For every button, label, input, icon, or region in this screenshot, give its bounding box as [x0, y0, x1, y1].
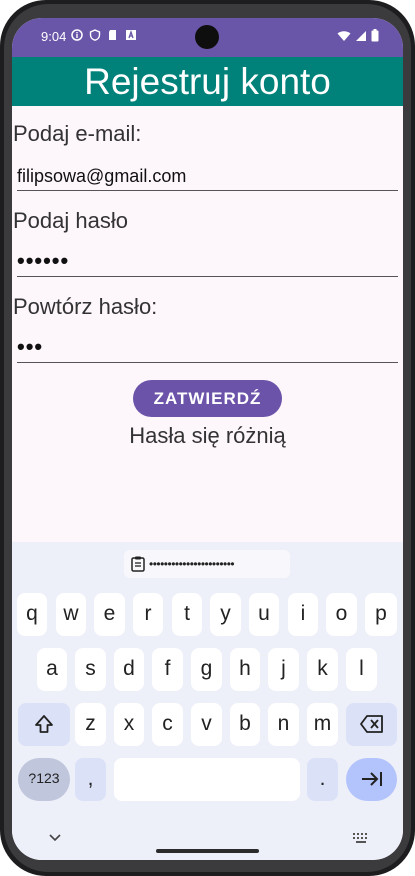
page-title: Rejestruj konto [84, 61, 331, 102]
key-j[interactable]: j [268, 648, 299, 691]
shield-icon [89, 29, 101, 41]
signal-icon [356, 30, 366, 41]
key-z[interactable]: z [75, 703, 106, 746]
soft-keyboard: ••••••••••••••••••••••• q w e r t y u i … [12, 542, 403, 860]
password-value: •••••• [17, 248, 70, 273]
email-field[interactable]: filipsowa@gmail.com [17, 158, 398, 191]
error-message: Hasła się różnią [129, 423, 286, 448]
app-bar: Rejestruj konto [12, 57, 403, 106]
key-b[interactable]: b [230, 703, 260, 746]
key-v[interactable]: v [191, 703, 222, 746]
key-n[interactable]: n [268, 703, 299, 746]
key-c[interactable]: c [152, 703, 183, 746]
space-key[interactable] [114, 758, 300, 801]
email-value: filipsowa@gmail.com [17, 166, 187, 186]
key-s[interactable]: s [75, 648, 106, 691]
key-l[interactable]: l [346, 648, 377, 691]
tab-arrow-icon [361, 772, 382, 786]
email-label: Podaj e-mail: [13, 121, 142, 146]
shift-icon [35, 715, 53, 733]
keyboard-switch-icon[interactable] [352, 832, 370, 844]
hide-keyboard-icon[interactable] [48, 833, 62, 843]
screen: 9:04 Rejestruj konto Podaj e-mail: filip… [12, 18, 403, 860]
key-f[interactable]: f [152, 648, 183, 691]
next-key[interactable] [346, 758, 397, 801]
repeat-password-value: ••• [17, 334, 44, 359]
confirm-button[interactable]: ZATWIERDŹ [133, 380, 282, 417]
key-m[interactable]: m [307, 703, 338, 746]
backspace-icon [359, 715, 383, 733]
clipboard-suggestion[interactable]: ••••••••••••••••••••••• [124, 550, 290, 578]
battery-icon [371, 29, 379, 42]
shift-key[interactable] [18, 703, 70, 746]
navigation-bar [12, 818, 403, 860]
key-w[interactable]: w [56, 593, 86, 636]
key-k[interactable]: k [307, 648, 338, 691]
clipboard-icon [131, 556, 145, 572]
symbols-key[interactable]: ?123 [18, 758, 70, 801]
wifi-icon [337, 30, 351, 41]
font-a-icon [126, 29, 136, 40]
key-t[interactable]: t [172, 593, 202, 636]
password-field[interactable]: •••••• [17, 244, 398, 277]
status-icons-left [71, 29, 137, 41]
key-o[interactable]: o [326, 593, 357, 636]
key-h[interactable]: h [230, 648, 260, 691]
key-y[interactable]: y [210, 593, 241, 636]
key-i[interactable]: i [288, 593, 318, 636]
key-x[interactable]: x [114, 703, 144, 746]
front-camera [195, 25, 219, 49]
key-e[interactable]: e [94, 593, 125, 636]
backspace-key[interactable] [346, 703, 397, 746]
clipboard-text: ••••••••••••••••••••••• [149, 557, 235, 571]
status-bar: 9:04 [12, 18, 403, 57]
key-q[interactable]: q [17, 593, 47, 636]
key-p[interactable]: p [365, 593, 397, 636]
home-gesture-pill[interactable] [156, 849, 259, 853]
key-g[interactable]: g [191, 648, 222, 691]
info-icon [71, 29, 83, 41]
key-u[interactable]: u [249, 593, 279, 636]
password-label: Podaj hasło [13, 208, 128, 233]
period-key[interactable]: . [307, 758, 338, 801]
key-r[interactable]: r [133, 593, 163, 636]
status-time: 9:04 [41, 29, 67, 44]
repeat-password-field[interactable]: ••• [17, 330, 398, 363]
comma-key[interactable]: , [75, 758, 106, 801]
key-d[interactable]: d [114, 648, 144, 691]
status-icons-right [337, 29, 379, 42]
sd-card-icon [109, 30, 116, 40]
repeat-password-label: Powtórz hasło: [13, 294, 158, 319]
key-a[interactable]: a [37, 648, 67, 691]
